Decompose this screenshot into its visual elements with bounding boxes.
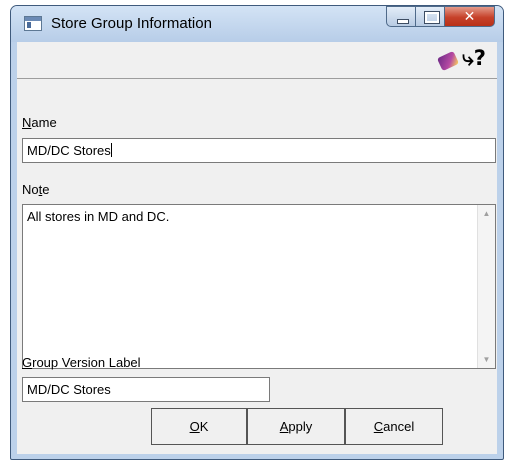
minimize-button[interactable] [386,6,416,27]
window-icon-bar [25,17,41,21]
ok-accel: O [189,419,200,434]
apply-rest: pply [288,419,313,434]
caption-buttons: ✕ [386,6,495,28]
toolbar: ⤷? [17,42,497,79]
name-value: MD/DC Stores [27,143,111,158]
window-title: Store Group Information [51,15,212,32]
cancel-accel: C [373,419,384,434]
group-version-value: MD/DC Stores [27,382,111,397]
group-version-label-accel: G [22,355,33,370]
cancel-button[interactable]: Cancel [345,408,443,445]
maximize-button[interactable] [416,6,445,27]
text-caret [110,143,112,157]
window-icon [24,16,42,31]
scroll-up-arrow-icon[interactable]: ▲ [478,209,495,218]
cancel-rest: ancel [383,419,415,434]
group-version-label-rest: roup Version Label [32,355,141,370]
close-button[interactable]: ✕ [445,6,495,27]
window-icon-pane [27,22,31,28]
note-label: Note [22,182,49,197]
book-icon[interactable] [436,50,460,72]
note-label-rest: e [42,182,50,197]
name-input[interactable]: MD/DC Stores [22,138,496,163]
help-glyph: ⤷? [462,46,486,70]
ok-button[interactable]: OK [151,408,247,445]
group-version-label: Group Version Label [22,355,141,370]
context-help-icon[interactable]: ⤷? [462,46,486,71]
title-bar[interactable]: Store Group Information ✕ [11,6,503,42]
group-version-input[interactable]: MD/DC Stores [22,377,270,402]
apply-button[interactable]: Apply [247,408,345,445]
note-label-pre: No [22,182,39,197]
scroll-down-arrow-icon[interactable]: ▼ [478,355,495,364]
name-label-accel: N [22,115,32,130]
note-value: All stores in MD and DC. [27,209,170,224]
name-label-rest: ame [31,115,57,130]
note-textarea[interactable]: All stores in MD and DC. ▲ ▼ [22,204,496,369]
minimize-icon [397,19,409,24]
maximize-icon [424,11,440,24]
dialog-window: Store Group Information ✕ ⤷? Name MD/DC … [10,5,504,460]
close-icon: ✕ [463,9,476,25]
ok-rest: K [199,419,209,434]
name-label: Name [22,115,57,130]
note-scrollbar[interactable]: ▲ ▼ [477,205,495,368]
dialog-client-area: ⤷? Name MD/DC Stores Note All stores in … [17,42,497,454]
